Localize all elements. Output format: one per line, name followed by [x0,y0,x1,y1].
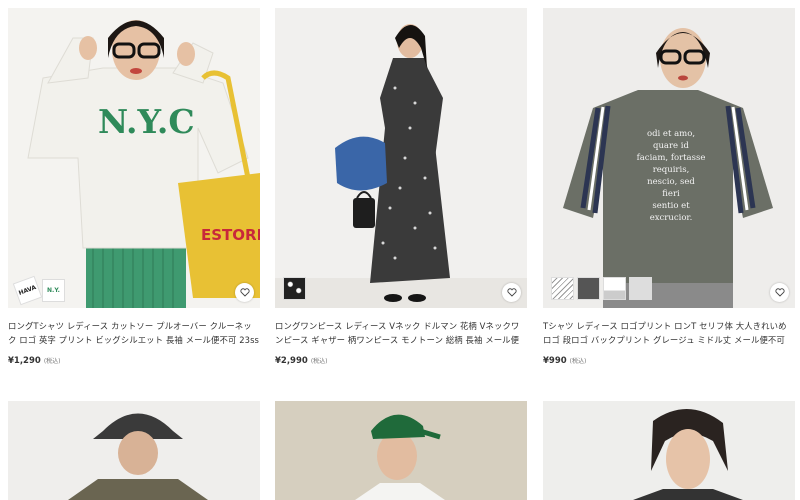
shirt-print-text: N.Y.C [98,102,195,141]
tax-label: (税込) [569,358,587,365]
tax-label: (税込) [43,358,61,365]
product-name[interactable]: Tシャツ レディース ロゴプリント ロンT セリフ体 大人きれいめロゴ 段ロゴ … [543,319,795,347]
product-photo [275,401,527,500]
product-price: ¥2,990 (税込) [275,356,328,366]
color-swatch[interactable] [283,277,306,300]
product-name[interactable]: ロングTシャツ レディース カットソー プルオーバー クルーネック ロゴ 英字 … [8,319,260,347]
product-photo [8,401,260,500]
product-price: ¥990 (税込) [543,356,587,366]
color-swatch[interactable]: N.Y. [42,279,65,302]
color-swatch[interactable] [577,277,600,300]
color-swatch[interactable]: HAVA [12,275,43,306]
product-photo: ESTORI N.Y.C [8,8,260,308]
heart-outline-icon [239,288,250,297]
product-card-2[interactable]: ロングワンピース レディース Vネック ドルマン 花柄 Vネックワンピース ギャ… [275,8,527,366]
svg-text:quare id: quare id [653,141,689,151]
svg-text:fieri: fieri [662,189,680,199]
product-photo [275,8,527,308]
svg-text:faciam, fortasse: faciam, fortasse [637,153,706,163]
product-image-1[interactable]: ESTORI N.Y.C HAVA N.Y. [8,8,260,308]
color-swatches [551,277,652,300]
product-photo [543,401,795,500]
tax-label: (税込) [310,358,328,365]
color-swatch[interactable] [551,277,574,300]
product-card-3[interactable]: odi et amo, quare id faciam, fortasse re… [543,8,795,366]
color-swatch[interactable] [629,277,652,300]
color-swatch[interactable] [603,277,626,300]
product-card-4[interactable] [8,401,260,500]
favorite-button[interactable] [235,283,254,302]
svg-text:excrucior.: excrucior. [650,213,693,223]
color-swatches [283,277,306,300]
product-name[interactable]: ロングワンピース レディース Vネック ドルマン 花柄 Vネックワンピース ギャ… [275,319,527,347]
favorite-button[interactable] [502,283,521,302]
product-card-5[interactable] [275,401,527,500]
product-photo: odi et amo, quare id faciam, fortasse re… [543,8,795,308]
product-card-1[interactable]: ESTORI N.Y.C HAVA N.Y. ロングTシャツ レディース カット… [8,8,260,366]
product-image-2[interactable] [275,8,527,308]
svg-text:odi et amo,: odi et amo, [647,129,695,139]
heart-outline-icon [774,288,785,297]
svg-text:requiris,: requiris, [653,165,690,175]
bag-print-text: ESTORI [201,226,260,244]
favorite-button[interactable] [770,283,789,302]
svg-text:sentio et: sentio et [652,201,690,211]
product-image-3[interactable]: odi et amo, quare id faciam, fortasse re… [543,8,795,308]
heart-outline-icon [506,288,517,297]
svg-text:nescio, sed: nescio, sed [647,177,695,187]
color-swatches: HAVA N.Y. [12,275,65,306]
product-price: ¥1,290 (税込) [8,356,61,366]
product-card-6[interactable] [543,401,795,500]
